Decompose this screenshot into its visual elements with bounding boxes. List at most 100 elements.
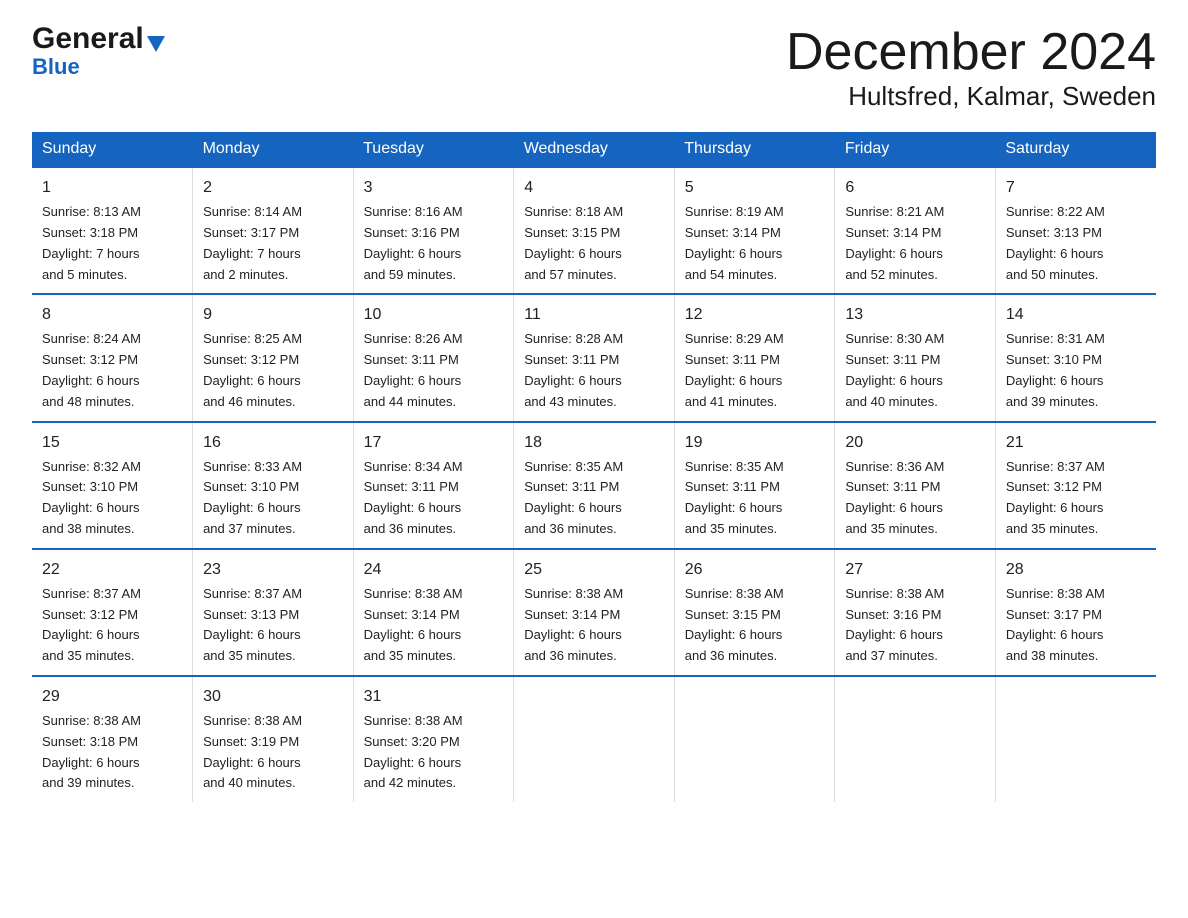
logo: General Blue bbox=[32, 24, 165, 78]
day-info: Sunrise: 8:38 AMSunset: 3:14 PMDaylight:… bbox=[364, 586, 463, 663]
day-info: Sunrise: 8:16 AMSunset: 3:16 PMDaylight:… bbox=[364, 204, 463, 281]
day-number: 30 bbox=[203, 685, 343, 709]
day-info: Sunrise: 8:36 AMSunset: 3:11 PMDaylight:… bbox=[845, 459, 944, 536]
calendar-cell: 30 Sunrise: 8:38 AMSunset: 3:19 PMDayligh… bbox=[193, 676, 354, 802]
day-info: Sunrise: 8:38 AMSunset: 3:14 PMDaylight:… bbox=[524, 586, 623, 663]
logo-triangle-icon bbox=[147, 36, 165, 52]
day-info: Sunrise: 8:38 AMSunset: 3:19 PMDaylight:… bbox=[203, 713, 302, 790]
title-area: December 2024 Hultsfred, Kalmar, Sweden bbox=[786, 24, 1156, 112]
day-number: 13 bbox=[845, 303, 985, 327]
day-number: 26 bbox=[685, 558, 825, 582]
calendar-cell: 17Sunrise: 8:34 AMSunset: 3:11 PMDayligh… bbox=[353, 422, 514, 549]
day-number: 8 bbox=[42, 303, 182, 327]
calendar-cell: 20Sunrise: 8:36 AMSunset: 3:11 PMDayligh… bbox=[835, 422, 996, 549]
day-info: Sunrise: 8:28 AMSunset: 3:11 PMDaylight:… bbox=[524, 331, 623, 408]
day-header-wednesday: Wednesday bbox=[514, 132, 675, 167]
calendar-cell: 21 Sunrise: 8:37 AMSunset: 3:12 PMDayligh… bbox=[995, 422, 1156, 549]
calendar-cell: 1Sunrise: 8:13 AMSunset: 3:18 PMDaylight… bbox=[32, 167, 193, 294]
calendar-cell: 19 Sunrise: 8:35 AMSunset: 3:11 PMDayligh… bbox=[674, 422, 835, 549]
week-row-3: 15Sunrise: 8:32 AMSunset: 3:10 PMDayligh… bbox=[32, 422, 1156, 549]
day-info: Sunrise: 8:38 AMSunset: 3:16 PMDaylight:… bbox=[845, 586, 944, 663]
day-number: 6 bbox=[845, 176, 985, 200]
day-info: Sunrise: 8:38 AMSunset: 3:17 PMDaylight:… bbox=[1006, 586, 1105, 663]
day-number: 4 bbox=[524, 176, 664, 200]
day-number: 10 bbox=[364, 303, 504, 327]
day-info: Sunrise: 8:24 AMSunset: 3:12 PMDaylight:… bbox=[42, 331, 141, 408]
day-number: 28 bbox=[1006, 558, 1146, 582]
day-number: 5 bbox=[685, 176, 825, 200]
day-info: Sunrise: 8:35 AMSunset: 3:11 PMDaylight:… bbox=[685, 459, 784, 536]
calendar-cell: 18Sunrise: 8:35 AMSunset: 3:11 PMDayligh… bbox=[514, 422, 675, 549]
calendar-cell bbox=[514, 676, 675, 802]
day-number: 25 bbox=[524, 558, 664, 582]
calendar-cell: 22 Sunrise: 8:37 AMSunset: 3:12 PMDayligh… bbox=[32, 549, 193, 676]
day-number: 24 bbox=[364, 558, 504, 582]
calendar-cell: 26 Sunrise: 8:38 AMSunset: 3:15 PMDayligh… bbox=[674, 549, 835, 676]
calendar-cell: 3 Sunrise: 8:16 AMSunset: 3:16 PMDaylight… bbox=[353, 167, 514, 294]
calendar-cell: 9Sunrise: 8:25 AMSunset: 3:12 PMDaylight… bbox=[193, 294, 354, 421]
day-header-tuesday: Tuesday bbox=[353, 132, 514, 167]
day-info: Sunrise: 8:29 AMSunset: 3:11 PMDaylight:… bbox=[685, 331, 784, 408]
calendar-cell: 25 Sunrise: 8:38 AMSunset: 3:14 PMDayligh… bbox=[514, 549, 675, 676]
day-header-sunday: Sunday bbox=[32, 132, 193, 167]
week-row-1: 1Sunrise: 8:13 AMSunset: 3:18 PMDaylight… bbox=[32, 167, 1156, 294]
calendar-cell: 16 Sunrise: 8:33 AMSunset: 3:10 PMDayligh… bbox=[193, 422, 354, 549]
calendar-cell: 5 Sunrise: 8:19 AMSunset: 3:14 PMDaylight… bbox=[674, 167, 835, 294]
week-row-4: 22 Sunrise: 8:37 AMSunset: 3:12 PMDayligh… bbox=[32, 549, 1156, 676]
day-number: 2 bbox=[203, 176, 343, 200]
day-info: Sunrise: 8:22 AMSunset: 3:13 PMDaylight:… bbox=[1006, 204, 1105, 281]
calendar-cell bbox=[835, 676, 996, 802]
day-number: 31 bbox=[364, 685, 504, 709]
calendar-cell: 24 Sunrise: 8:38 AMSunset: 3:14 PMDayligh… bbox=[353, 549, 514, 676]
calendar-cell: 14Sunrise: 8:31 AMSunset: 3:10 PMDayligh… bbox=[995, 294, 1156, 421]
calendar-cell: 8 Sunrise: 8:24 AMSunset: 3:12 PMDaylight… bbox=[32, 294, 193, 421]
day-info: Sunrise: 8:21 AMSunset: 3:14 PMDaylight:… bbox=[845, 204, 944, 281]
day-info: Sunrise: 8:19 AMSunset: 3:14 PMDaylight:… bbox=[685, 204, 784, 281]
calendar-cell: 12 Sunrise: 8:29 AMSunset: 3:11 PMDayligh… bbox=[674, 294, 835, 421]
day-number: 9 bbox=[203, 303, 343, 327]
day-info: Sunrise: 8:38 AMSunset: 3:20 PMDaylight:… bbox=[364, 713, 463, 790]
calendar-cell bbox=[674, 676, 835, 802]
day-info: Sunrise: 8:37 AMSunset: 3:12 PMDaylight:… bbox=[1006, 459, 1105, 536]
location-title: Hultsfred, Kalmar, Sweden bbox=[786, 81, 1156, 112]
day-header-saturday: Saturday bbox=[995, 132, 1156, 167]
logo-general-text: General bbox=[32, 24, 144, 54]
day-number: 16 bbox=[203, 431, 343, 455]
day-number: 3 bbox=[364, 176, 504, 200]
day-info: Sunrise: 8:35 AMSunset: 3:11 PMDaylight:… bbox=[524, 459, 623, 536]
calendar-cell: 7 Sunrise: 8:22 AMSunset: 3:13 PMDaylight… bbox=[995, 167, 1156, 294]
day-number: 19 bbox=[685, 431, 825, 455]
day-header-monday: Monday bbox=[193, 132, 354, 167]
logo-blue-text: Blue bbox=[32, 56, 80, 78]
week-row-2: 8 Sunrise: 8:24 AMSunset: 3:12 PMDaylight… bbox=[32, 294, 1156, 421]
calendar-cell: 28 Sunrise: 8:38 AMSunset: 3:17 PMDayligh… bbox=[995, 549, 1156, 676]
day-info: Sunrise: 8:26 AMSunset: 3:11 PMDaylight:… bbox=[364, 331, 463, 408]
day-header-friday: Friday bbox=[835, 132, 996, 167]
calendar-cell: 23Sunrise: 8:37 AMSunset: 3:13 PMDayligh… bbox=[193, 549, 354, 676]
calendar-cell: 15Sunrise: 8:32 AMSunset: 3:10 PMDayligh… bbox=[32, 422, 193, 549]
day-number: 11 bbox=[524, 303, 664, 327]
calendar-cell: 2 Sunrise: 8:14 AMSunset: 3:17 PMDaylight… bbox=[193, 167, 354, 294]
day-info: Sunrise: 8:18 AMSunset: 3:15 PMDaylight:… bbox=[524, 204, 623, 281]
day-number: 27 bbox=[845, 558, 985, 582]
day-info: Sunrise: 8:38 AMSunset: 3:15 PMDaylight:… bbox=[685, 586, 784, 663]
day-number: 23 bbox=[203, 558, 343, 582]
calendar-cell: 11 Sunrise: 8:28 AMSunset: 3:11 PMDayligh… bbox=[514, 294, 675, 421]
calendar-header-row: SundayMondayTuesdayWednesdayThursdayFrid… bbox=[32, 132, 1156, 167]
header: General Blue December 2024 Hultsfred, Ka… bbox=[32, 24, 1156, 112]
calendar-cell: 6 Sunrise: 8:21 AMSunset: 3:14 PMDaylight… bbox=[835, 167, 996, 294]
day-info: Sunrise: 8:37 AMSunset: 3:12 PMDaylight:… bbox=[42, 586, 141, 663]
calendar-cell: 27 Sunrise: 8:38 AMSunset: 3:16 PMDayligh… bbox=[835, 549, 996, 676]
day-info: Sunrise: 8:14 AMSunset: 3:17 PMDaylight:… bbox=[203, 204, 302, 281]
week-row-5: 29Sunrise: 8:38 AMSunset: 3:18 PMDayligh… bbox=[32, 676, 1156, 802]
month-title: December 2024 bbox=[786, 24, 1156, 81]
day-number: 29 bbox=[42, 685, 182, 709]
day-info: Sunrise: 8:33 AMSunset: 3:10 PMDaylight:… bbox=[203, 459, 302, 536]
day-number: 7 bbox=[1006, 176, 1146, 200]
day-number: 12 bbox=[685, 303, 825, 327]
day-header-thursday: Thursday bbox=[674, 132, 835, 167]
day-number: 21 bbox=[1006, 431, 1146, 455]
calendar-cell: 4 Sunrise: 8:18 AMSunset: 3:15 PMDaylight… bbox=[514, 167, 675, 294]
day-number: 14 bbox=[1006, 303, 1146, 327]
day-number: 22 bbox=[42, 558, 182, 582]
